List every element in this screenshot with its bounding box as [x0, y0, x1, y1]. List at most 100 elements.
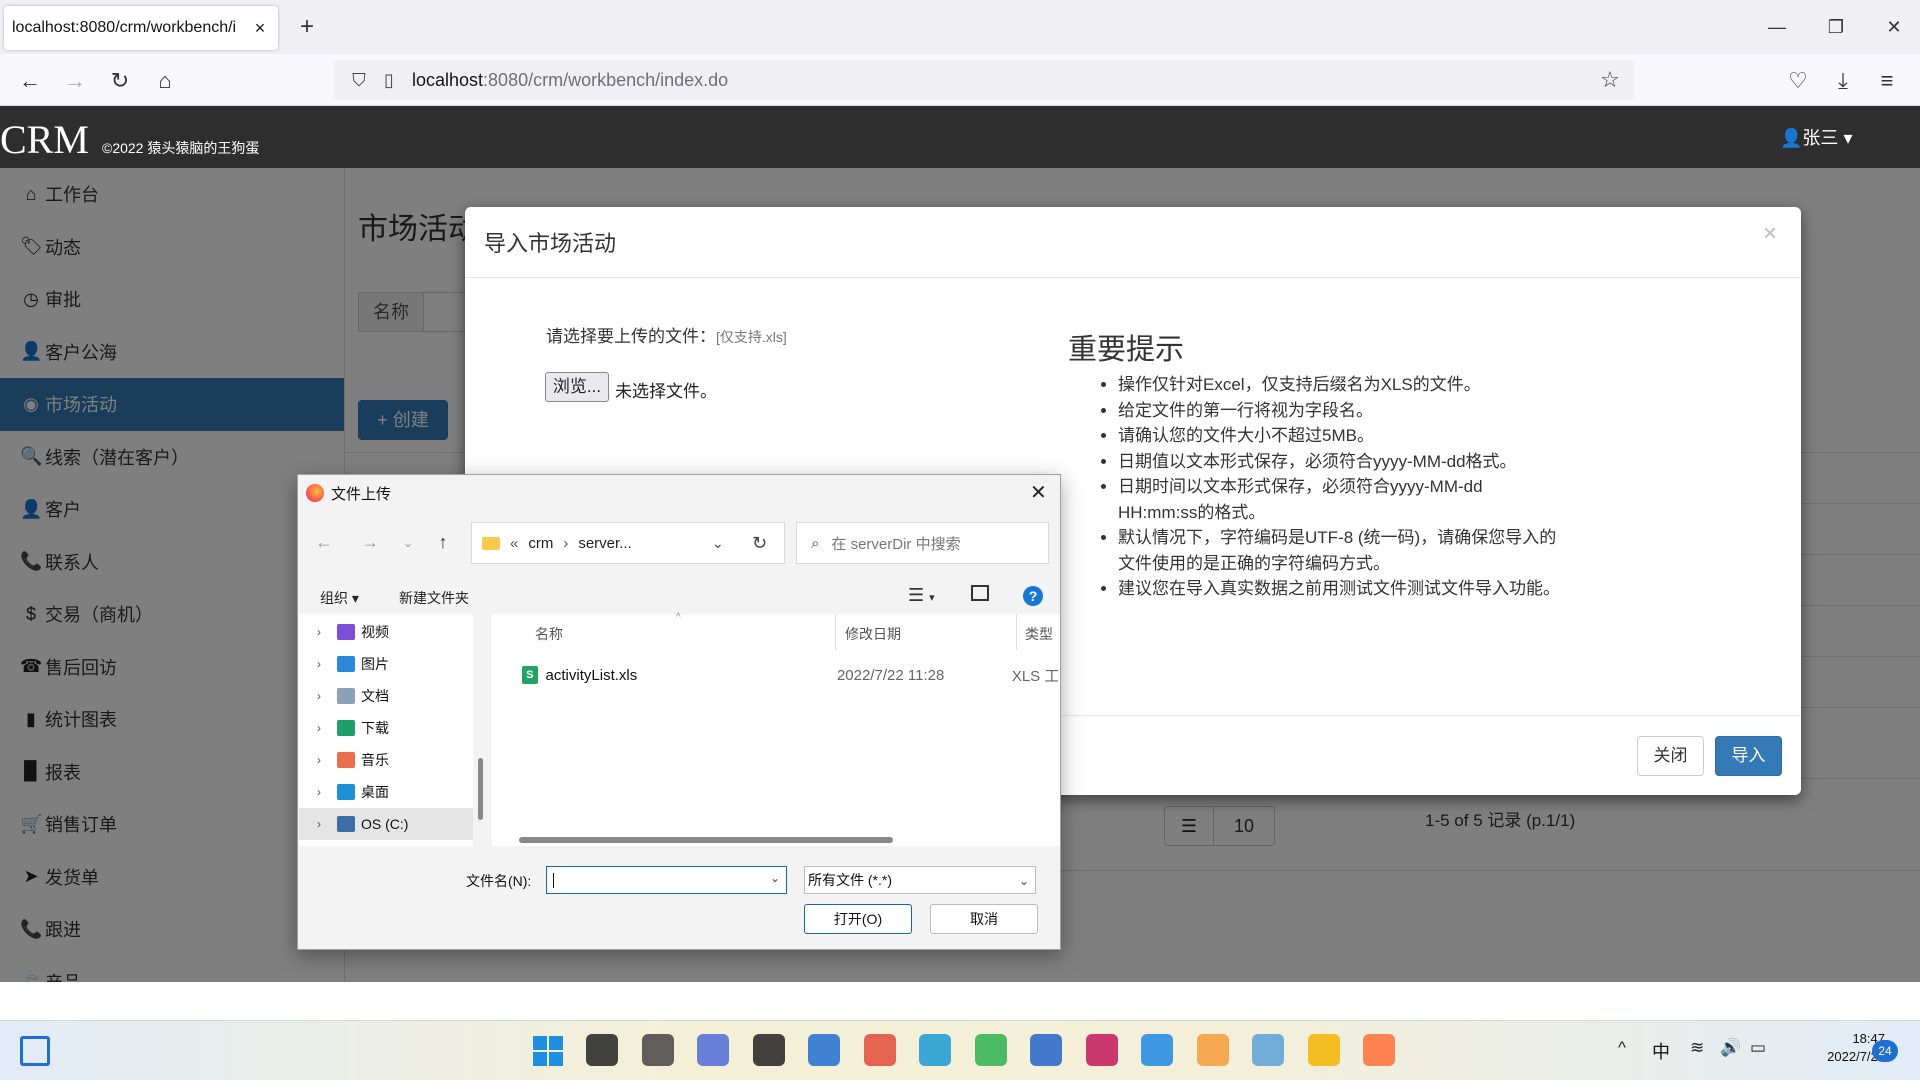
start-menu-icon[interactable] — [533, 1036, 563, 1066]
tip-title: 重要提示 — [1068, 334, 1185, 366]
firefox-icon[interactable] — [1363, 1034, 1395, 1066]
chevron-right-icon[interactable]: › — [317, 753, 337, 767]
feishu-icon[interactable] — [808, 1034, 840, 1066]
new-tab-icon[interactable]: + — [292, 12, 322, 42]
qq-icon[interactable] — [753, 1034, 785, 1066]
intellij-icon[interactable] — [1086, 1034, 1118, 1066]
kuaiqi-icon[interactable] — [1030, 1034, 1062, 1066]
forward-icon[interactable]: → — [60, 66, 90, 96]
url-text[interactable]: localhost:8080/crm/workbench/index.do — [412, 70, 728, 91]
reload-icon[interactable]: ↻ — [105, 66, 135, 96]
taskbar — [0, 1020, 1920, 1080]
tree-scrollbar[interactable] — [478, 758, 483, 820]
search-box[interactable]: ⌕ 在 serverDir 中搜索 — [796, 522, 1049, 564]
typora-icon[interactable] — [1141, 1034, 1173, 1066]
open-button[interactable]: 打开(O) — [804, 904, 912, 934]
minimize-icon[interactable]: — — [1757, 12, 1797, 42]
navigation-tree: › 视频 › 图片 › 文档 › 下载 › 音乐 › 桌面 › OS (C:) — [299, 614, 473, 846]
column-divider[interactable] — [835, 614, 836, 650]
windows-start-icon[interactable] — [20, 1036, 50, 1066]
settings-app-icon[interactable] — [1252, 1034, 1284, 1066]
chevron-down-icon[interactable]: ⌄ — [712, 535, 724, 552]
view-options-icon[interactable]: ☰ ▾ — [908, 585, 935, 606]
dialog-close-icon[interactable]: ✕ — [1030, 480, 1047, 505]
filetype-select[interactable]: 所有文件 (*.*) ⌄ — [804, 866, 1036, 894]
tree-item[interactable]: › 视频 — [299, 616, 473, 648]
ime-indicator[interactable]: 中 — [1652, 1038, 1670, 1064]
pocket-icon[interactable]: ♡ — [1783, 66, 1813, 96]
forward-icon[interactable]: → — [357, 532, 383, 553]
close-tab-icon[interactable]: × — [250, 18, 270, 39]
window-close-icon[interactable]: ✕ — [1874, 12, 1914, 42]
chevron-right-icon[interactable]: › — [317, 785, 337, 799]
tree-item[interactable]: › OS (C:) — [299, 808, 473, 840]
help-icon[interactable]: ? — [1023, 586, 1043, 606]
recent-chevron-icon[interactable]: ⌄ — [395, 536, 421, 550]
chevron-right-icon[interactable]: › — [317, 721, 337, 735]
tree-item-label: 视频 — [361, 624, 389, 640]
path-separator: › — [563, 534, 569, 552]
battery-icon[interactable]: ▭ — [1750, 1038, 1766, 1058]
chevron-down-icon[interactable]: ⌄ — [1019, 868, 1029, 894]
edge-icon[interactable] — [919, 1034, 951, 1066]
shield-icon[interactable]: ⛉ — [344, 70, 374, 91]
wifi-icon[interactable]: ≋ — [1690, 1038, 1704, 1058]
user-menu[interactable]: 👤张三 ▾ — [1780, 124, 1852, 150]
wechat-icon[interactable] — [975, 1034, 1007, 1066]
tip-item: 建议您在导入真实数据之前用测试文件测试文件导入功能。 — [1118, 576, 1560, 602]
import-button[interactable]: 导入 — [1715, 736, 1782, 776]
url-bar[interactable]: ⛉ ▯ localhost:8080/crm/workbench/index.d… — [334, 60, 1634, 100]
tray-chevron-icon[interactable]: ^ — [1618, 1038, 1626, 1058]
organize-menu[interactable]: 组织 ▾ — [320, 588, 359, 608]
path-crm[interactable]: crm — [528, 535, 553, 552]
browser-tab[interactable]: localhost:8080/crm/workbench/i × — [4, 6, 278, 50]
home-icon[interactable]: ⌂ — [150, 66, 180, 96]
file-name: activityList.xls — [545, 666, 638, 684]
bookmark-star-icon[interactable]: ☆ — [1596, 66, 1624, 94]
back-icon[interactable]: ← — [15, 66, 45, 96]
new-folder-button[interactable]: 新建文件夹 — [399, 588, 469, 608]
horizontal-scrollbar[interactable] — [519, 837, 893, 843]
filename-input[interactable]: ⌄ — [546, 866, 787, 894]
chrome-icon[interactable] — [864, 1034, 896, 1066]
explorer-icon[interactable] — [1308, 1034, 1340, 1066]
restore-icon[interactable]: ❐ — [1816, 12, 1856, 42]
wps-icon[interactable] — [697, 1034, 729, 1066]
tree-item[interactable]: › 文档 — [299, 680, 473, 712]
file-row[interactable]: S activityList.xls 2022/7/22 11:28 XLS 工 — [522, 662, 1058, 688]
cancel-button[interactable]: 取消 — [930, 904, 1038, 934]
app-logo: CRM — [0, 117, 89, 162]
chevron-down-icon[interactable]: ⌄ — [770, 871, 780, 885]
volume-icon[interactable]: 🔊 — [1720, 1038, 1741, 1058]
preview-pane-icon[interactable] — [971, 585, 989, 601]
tree-item[interactable]: › 下载 — [299, 712, 473, 744]
notification-badge[interactable]: 24 — [1872, 1040, 1898, 1062]
user-name: 张三 — [1802, 128, 1839, 148]
back-icon[interactable]: ← — [311, 532, 337, 553]
tree-item[interactable]: › 音乐 — [299, 744, 473, 776]
column-name[interactable]: 名称 — [535, 624, 563, 644]
chevron-right-icon[interactable]: › — [317, 817, 337, 831]
modal-close-icon[interactable]: × — [1763, 220, 1777, 248]
task-view-icon[interactable] — [642, 1034, 674, 1066]
close-button[interactable]: 关闭 — [1637, 736, 1704, 776]
chevron-right-icon[interactable]: › — [317, 625, 337, 639]
search-taskbar-icon[interactable] — [586, 1034, 618, 1066]
chevron-right-icon[interactable]: › — [317, 689, 337, 703]
browse-button[interactable]: 浏览... — [545, 372, 609, 402]
up-icon[interactable]: ↑ — [430, 532, 456, 553]
chevron-right-icon[interactable]: › — [317, 657, 337, 671]
tree-item[interactable]: › 桌面 — [299, 776, 473, 808]
path-bar[interactable]: « crm › server... ⌄ ↻ — [471, 522, 785, 564]
refresh-icon[interactable]: ↻ — [752, 533, 767, 554]
tree-item[interactable]: › 图片 — [299, 648, 473, 680]
user-icon: 👤 — [1780, 128, 1803, 148]
column-divider[interactable] — [1016, 614, 1017, 650]
colorful-app-icon[interactable] — [1197, 1034, 1229, 1066]
column-date[interactable]: 修改日期 — [845, 624, 901, 644]
download-icon[interactable]: ⤓ — [1828, 66, 1858, 96]
menu-icon[interactable]: ≡ — [1872, 66, 1902, 96]
column-type[interactable]: 类型 — [1025, 624, 1053, 644]
path-server[interactable]: server... — [578, 535, 631, 552]
path-overflow[interactable]: « — [510, 535, 518, 552]
